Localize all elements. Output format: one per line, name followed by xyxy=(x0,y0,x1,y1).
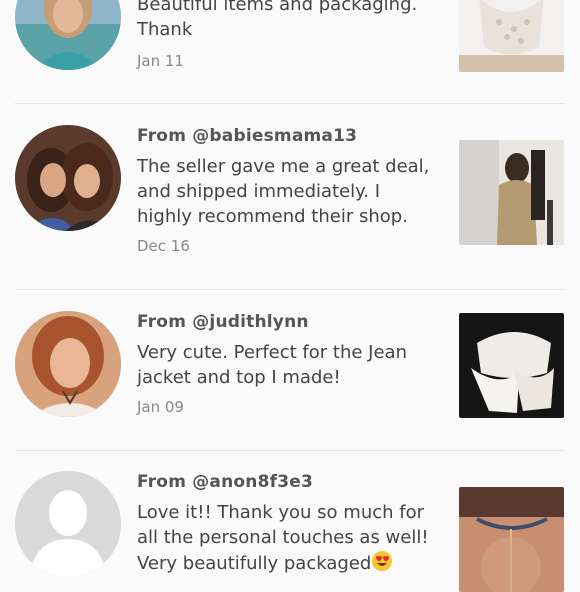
reviewer-handle[interactable]: From @anon8f3e3 xyxy=(137,472,313,492)
reviewer-avatar[interactable] xyxy=(15,125,121,231)
heart-eyes-emoji xyxy=(371,550,393,579)
listing-thumbnail[interactable] xyxy=(459,0,564,72)
listing-thumbnail[interactable] xyxy=(459,140,564,245)
review-text: The seller gave me a great deal, and shi… xyxy=(137,156,430,227)
listing-thumbnail[interactable] xyxy=(459,487,564,592)
reviewer-avatar[interactable] xyxy=(15,0,121,70)
review-date: Jan 11 xyxy=(137,52,184,70)
review-text: Love it!! Thank you so much for all the … xyxy=(137,500,447,579)
review-date: Dec 16 xyxy=(137,237,190,255)
divider xyxy=(15,450,565,451)
reviewer-handle[interactable]: From @judithlynn xyxy=(137,312,309,332)
default-avatar-icon[interactable] xyxy=(15,471,121,577)
review-text: Very cute. Perfect for the Jean jacket a… xyxy=(137,342,407,388)
review-text: Beautiful items and packaging. Thank xyxy=(137,0,418,40)
divider xyxy=(15,289,565,290)
divider xyxy=(15,103,565,104)
listing-thumbnail[interactable] xyxy=(459,313,564,418)
reviewer-avatar[interactable] xyxy=(15,311,121,417)
reviewer-handle[interactable]: From @babiesmama13 xyxy=(137,126,357,146)
review-date: Jan 09 xyxy=(137,398,184,416)
